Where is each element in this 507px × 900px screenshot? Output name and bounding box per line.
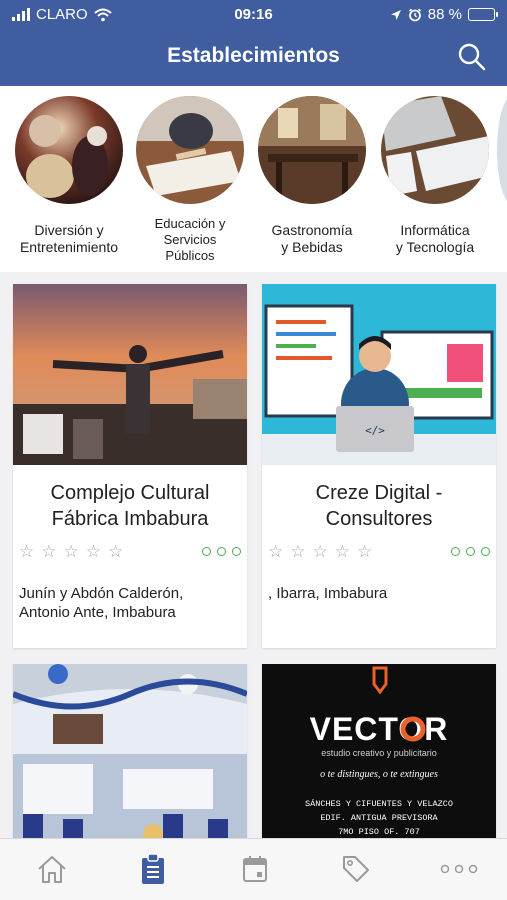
tab-home[interactable] — [32, 849, 72, 889]
vector-address-line: EDIF. ANTIGUA PREVISORA — [320, 813, 438, 823]
tab-establishments[interactable] — [133, 849, 173, 889]
alarm-icon — [408, 8, 421, 21]
establishment-image: VECTOR estudio creativo y publicitario o… — [262, 664, 496, 838]
category-label-line: Diversión y — [34, 222, 104, 238]
logo-slogan: o te distingues, o te extingues — [320, 769, 438, 780]
establishment-card[interactable]: VECTOR estudio creativo y publicitario o… — [262, 664, 496, 838]
establishment-name-line: Consultores — [325, 508, 433, 530]
establishment-address: , Ibarra, Imbabura — [268, 584, 490, 603]
tag-icon — [343, 856, 369, 882]
clipboard-icon — [142, 853, 164, 884]
more-options-icon[interactable] — [202, 547, 241, 556]
category-label: Gastronomía y Bebidas — [251, 222, 373, 256]
establishment-name-line: Fábrica Imbabura — [51, 508, 209, 530]
category-label-line: y Tecnología — [395, 239, 475, 255]
svg-text:VECTOR: VECTOR — [310, 711, 449, 747]
category-label-line: Públicos — [165, 248, 215, 263]
category-label-line: Educación y — [154, 216, 226, 231]
star-rating[interactable]: ☆ ☆ ☆ ☆ ☆ — [19, 542, 123, 562]
star-icon[interactable]: ☆ — [108, 542, 123, 562]
search-icon — [458, 43, 486, 71]
address-line: , Ibarra, Imbabura — [268, 585, 388, 602]
category-label: Diversión y Entretenimiento — [8, 222, 130, 256]
star-icon[interactable]: ☆ — [335, 542, 350, 562]
establishment-card[interactable] — [13, 664, 247, 838]
establishment-card[interactable]: Complejo Cultural Fábrica Imbabura ☆ ☆ ☆… — [13, 284, 247, 648]
app-header: CLARO 09:16 88 % Establecimientos — [0, 0, 507, 86]
establishment-name: Complejo Cultural Fábrica Imbabura — [13, 480, 247, 532]
establishment-address: Junín y Abdón Calderón, Antonio Ante, Im… — [19, 584, 241, 622]
star-icon[interactable]: ☆ — [41, 542, 56, 562]
star-icon[interactable]: ☆ — [313, 542, 328, 562]
establishment-name-line: Complejo Cultural — [50, 482, 210, 504]
establishment-name: Creze Digital - Consultores — [262, 480, 496, 532]
establishment-image: </> — [262, 284, 496, 465]
category-label-line: Gastronomía — [271, 222, 353, 238]
tab-more[interactable] — [437, 849, 481, 889]
address-line: Junín y Abdón Calderón, — [19, 585, 184, 602]
star-icon[interactable]: ☆ — [290, 542, 305, 562]
status-bar: CLARO 09:16 88 % — [0, 0, 507, 30]
vector-address-line: 7MO PISO OF. 707 — [338, 827, 420, 837]
star-icon[interactable]: ☆ — [64, 542, 79, 562]
home-icon — [38, 856, 66, 883]
category-next-peek[interactable] — [497, 96, 507, 204]
bottom-tab-bar — [0, 838, 507, 900]
logo-subtitle: estudio creativo y publicitario — [321, 748, 437, 758]
category-label-line: Servicios — [163, 232, 217, 247]
category-image-gastronomia — [258, 96, 366, 204]
status-right: 88 % — [390, 6, 498, 23]
tab-calendar[interactable] — [235, 849, 275, 889]
establishment-image — [13, 664, 247, 838]
battery-percent: 88 % — [427, 6, 462, 23]
category-gastronomia[interactable]: Gastronomía y Bebidas — [251, 96, 373, 256]
tab-promotions[interactable] — [336, 849, 376, 889]
establishment-name-line: Creze Digital - — [315, 482, 443, 504]
category-label: Informática y Tecnología — [374, 222, 496, 256]
star-icon[interactable]: ☆ — [19, 542, 34, 562]
category-label-line: Informática — [400, 222, 470, 238]
establishment-card[interactable]: </> Creze Digital - Consultores ☆ ☆ ☆ ☆ … — [262, 284, 496, 648]
establishments-grid[interactable]: Complejo Cultural Fábrica Imbabura ☆ ☆ ☆… — [0, 272, 507, 838]
more-icon — [440, 864, 478, 874]
star-icon[interactable]: ☆ — [86, 542, 101, 562]
establishment-image — [13, 284, 247, 465]
star-icon[interactable]: ☆ — [357, 542, 372, 562]
star-icon[interactable]: ☆ — [268, 542, 283, 562]
search-button[interactable] — [457, 42, 487, 72]
calendar-icon — [243, 856, 267, 882]
star-rating[interactable]: ☆ ☆ ☆ ☆ ☆ — [268, 542, 372, 562]
category-carousel[interactable]: Diversión y Entretenimiento Educación y … — [0, 86, 507, 272]
category-diversion[interactable]: Diversión y Entretenimiento — [8, 96, 130, 256]
category-educacion[interactable]: Educación y Servicios Públicos — [129, 96, 251, 264]
location-arrow-icon — [390, 9, 401, 20]
category-image-diversion — [15, 96, 123, 204]
battery-icon — [468, 8, 498, 21]
svg-text:</>: </> — [365, 424, 385, 437]
category-image-educacion — [136, 96, 244, 204]
category-image-informatica — [381, 96, 489, 204]
category-label: Educación y Servicios Públicos — [129, 216, 251, 264]
category-label-line: Entretenimiento — [19, 239, 119, 255]
more-options-icon[interactable] — [451, 547, 490, 556]
address-line: Antonio Ante, Imbabura — [19, 604, 176, 621]
category-label-line: y Bebidas — [281, 239, 343, 255]
page-title: Establecimientos — [167, 44, 340, 67]
vector-address-line: SÁNCHES Y CIFUENTES Y VELAZCO — [305, 798, 453, 809]
category-informatica[interactable]: Informática y Tecnología — [374, 96, 496, 256]
